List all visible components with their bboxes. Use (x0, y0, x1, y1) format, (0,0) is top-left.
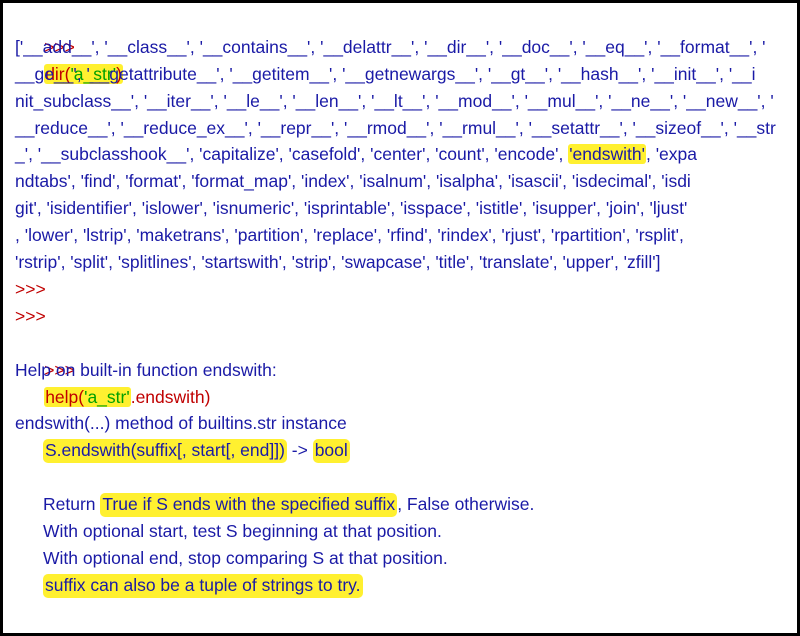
doc-tuple-highlight: suffix can also be a tuple of strings to… (43, 573, 363, 598)
help-arg: 'a_str' (84, 386, 130, 407)
help-usage-line: S.endswith(suffix[, start[, end]]) -> bo… (15, 437, 791, 464)
help-func: help( (45, 386, 85, 407)
help-signature: endswith(...) method of builtins.str ins… (15, 413, 347, 434)
shell-prompt: >>> (15, 305, 46, 326)
empty-prompt-line: >>> (15, 276, 791, 303)
input-line-dir: >>> dir('a_str') (15, 7, 791, 84)
empty-prompt-line: >>> (15, 625, 791, 633)
usage-highlight: S.endswith(suffix[, start[, end]]) (43, 439, 287, 464)
help-doc-tuple: suffix can also be a tuple of strings to… (15, 572, 791, 599)
shell-prompt: >>> (15, 278, 46, 299)
doc-text: Return (43, 494, 101, 515)
dir-output-line: nit_subclass__', '__iter__', '__le__', '… (15, 90, 774, 111)
console-window: >>> dir('a_str') ['__add__', '__class__'… (0, 0, 800, 636)
help-doc-end: With optional end, stop comparing S at t… (43, 547, 448, 568)
usage-arrow: -> (286, 440, 313, 461)
dir-output-line: git', 'isidentifier', 'islower', 'isnume… (15, 198, 688, 219)
dir-output-text: _', '__subclasshook__', 'capitalize', 'c… (15, 144, 569, 165)
dir-output-line: , 'lower', 'lstrip', 'maketrans', 'parti… (15, 225, 684, 246)
dir-output-line: __reduce__', '__reduce_ex__', '__repr__'… (15, 117, 776, 138)
endswith-highlight: 'endswith' (568, 144, 646, 165)
help-command: help('a_str' (44, 386, 131, 407)
empty-prompt-line: >>> (15, 303, 791, 330)
dir-output-line: ['__add__', '__class__', '__contains__',… (15, 36, 766, 57)
doc-return-highlight: True if S ends with the specified suffix (100, 493, 398, 518)
dir-output-line: ndtabs', 'find', 'format', 'format_map',… (15, 171, 691, 192)
usage-return-highlight: bool (312, 439, 350, 464)
help-doc-return: Return True if S ends with the specified… (15, 491, 791, 518)
help-doc-start: With optional start, test S beginning at… (43, 520, 442, 541)
dir-output-line: _', '__subclasshook__', 'capitalize', 'c… (15, 141, 791, 168)
python-shell-output[interactable]: >>> dir('a_str') ['__add__', '__class__'… (15, 7, 791, 633)
input-line-help: >>> help('a_str'.endswith) (15, 330, 791, 407)
doc-text: , False otherwise. (397, 494, 535, 515)
shell-prompt: >>> (15, 628, 46, 633)
dir-output-text: , 'expa (645, 144, 697, 165)
dir-output-line: __ge__', '__getattribute__', '__getitem_… (15, 63, 756, 84)
help-heading: Help on built-in function endswith: (15, 359, 277, 380)
dir-output-line: 'rstrip', 'split', 'splitlines', 'starts… (15, 252, 661, 273)
help-rest: .endswith) (130, 386, 211, 407)
